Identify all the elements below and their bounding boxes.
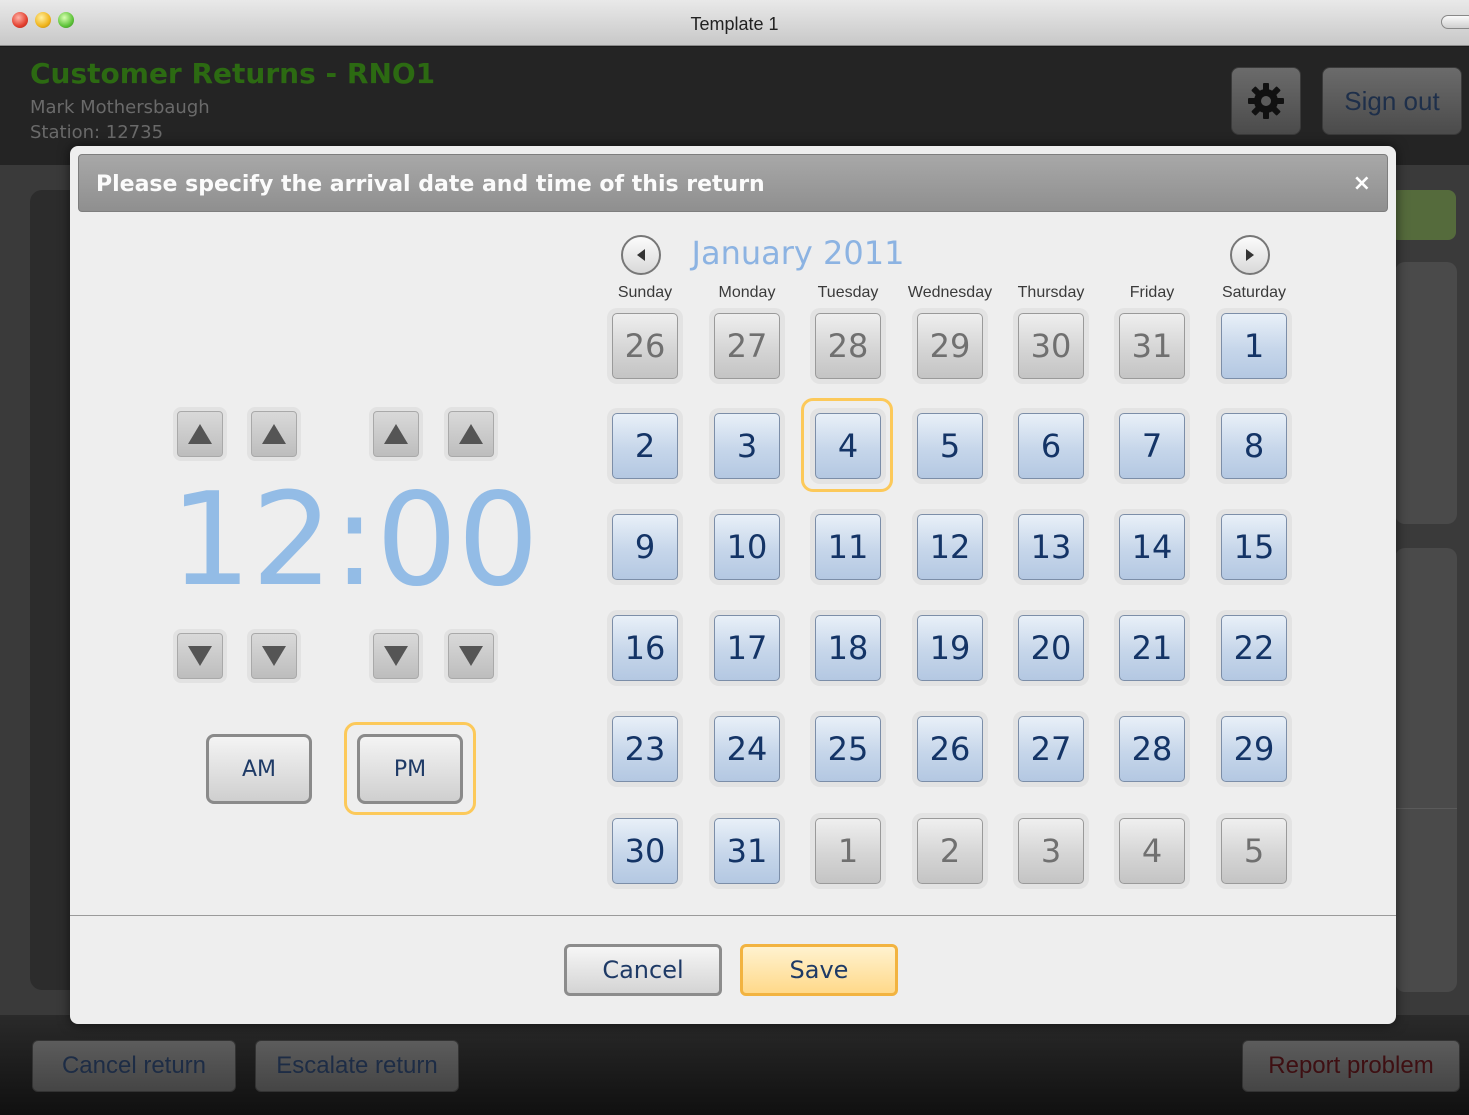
arrival-date-dialog: Please specify the arrival date and time… xyxy=(70,146,1396,1024)
chevron-left-icon xyxy=(637,249,645,261)
day-button[interactable]: 15 xyxy=(1221,514,1287,580)
settings-button[interactable] xyxy=(1231,67,1301,135)
arrow-down-icon xyxy=(384,646,408,666)
weekday-tuesday: Tuesday xyxy=(817,284,879,301)
weekday-monday: Monday xyxy=(718,284,776,301)
arrow-down-icon xyxy=(188,646,212,666)
right-panel-bottom xyxy=(1395,548,1457,992)
divider xyxy=(1395,808,1457,809)
arrow-up-icon xyxy=(459,424,483,444)
station-label: Station: 12735 xyxy=(30,122,164,143)
window-title: Template 1 xyxy=(690,14,779,34)
day-button[interactable]: 11 xyxy=(815,514,881,580)
toolbar-toggle-button[interactable] xyxy=(1441,15,1469,29)
weekday-wednesday: Wednesday xyxy=(907,284,993,301)
day-button[interactable]: 3 xyxy=(714,413,780,479)
close-icon[interactable]: × xyxy=(1353,171,1371,196)
day-button[interactable]: 6 xyxy=(1018,413,1084,479)
chevron-right-icon xyxy=(1246,249,1254,261)
day-button[interactable]: 1 xyxy=(1221,313,1287,379)
app-title: Customer Returns - RNO1 xyxy=(30,57,436,90)
arrow-up-icon xyxy=(188,424,212,444)
outside-month-day-button[interactable]: 1 xyxy=(815,818,881,884)
outside-month-day-button[interactable]: 27 xyxy=(714,313,780,379)
dialog-divider xyxy=(70,915,1396,916)
next-month-button[interactable] xyxy=(1230,235,1270,275)
weekday-saturday: Saturday xyxy=(1221,284,1287,301)
arrow-up-icon xyxy=(262,424,286,444)
gear-icon xyxy=(1248,83,1284,119)
hour-tens-up-button[interactable] xyxy=(177,411,223,457)
hour-ones-up-button[interactable] xyxy=(251,411,297,457)
outside-month-day-button[interactable]: 3 xyxy=(1018,818,1084,884)
outside-month-day-button[interactable]: 31 xyxy=(1119,313,1185,379)
cancel-button[interactable]: Cancel xyxy=(564,944,722,996)
outside-month-day-button[interactable]: 4 xyxy=(1119,818,1185,884)
save-button[interactable]: Save xyxy=(740,944,898,996)
day-button[interactable]: 10 xyxy=(714,514,780,580)
day-button[interactable]: 7 xyxy=(1119,413,1185,479)
day-button[interactable]: 31 xyxy=(714,818,780,884)
cancel-return-button[interactable]: Cancel return xyxy=(32,1040,236,1092)
day-button[interactable]: 14 xyxy=(1119,514,1185,580)
day-button[interactable]: 8 xyxy=(1221,413,1287,479)
day-button[interactable]: 5 xyxy=(917,413,983,479)
day-button[interactable]: 17 xyxy=(714,615,780,681)
arrow-up-icon xyxy=(384,424,408,444)
weekday-friday: Friday xyxy=(1129,284,1175,301)
user-name: Mark Mothersbaugh xyxy=(30,97,210,118)
outside-month-day-button[interactable]: 26 xyxy=(612,313,678,379)
minute-ones-up-button[interactable] xyxy=(448,411,494,457)
day-button[interactable]: 16 xyxy=(612,615,678,681)
outside-month-day-button[interactable]: 28 xyxy=(815,313,881,379)
minute-tens-down-button[interactable] xyxy=(373,633,419,679)
day-button[interactable]: 28 xyxy=(1119,716,1185,782)
am-button[interactable]: AM xyxy=(206,734,312,804)
weekday-thursday: Thursday xyxy=(1017,284,1085,301)
day-button[interactable]: 25 xyxy=(815,716,881,782)
outside-month-day-button[interactable]: 5 xyxy=(1221,818,1287,884)
day-button[interactable]: 21 xyxy=(1119,615,1185,681)
minute-ones-down-button[interactable] xyxy=(448,633,494,679)
day-button[interactable]: 29 xyxy=(1221,716,1287,782)
day-button[interactable]: 13 xyxy=(1018,514,1084,580)
sign-out-button[interactable]: Sign out xyxy=(1322,67,1462,135)
day-button[interactable]: 20 xyxy=(1018,615,1084,681)
day-button[interactable]: 23 xyxy=(612,716,678,782)
outside-month-day-button[interactable]: 29 xyxy=(917,313,983,379)
day-button[interactable]: 22 xyxy=(1221,615,1287,681)
escalate-return-button[interactable]: Escalate return xyxy=(255,1040,459,1092)
weekday-sunday: Sunday xyxy=(617,284,673,301)
arrow-down-icon xyxy=(262,646,286,666)
pm-button[interactable]: PM xyxy=(357,734,463,804)
day-button[interactable]: 4 xyxy=(815,413,881,479)
day-button[interactable]: 30 xyxy=(612,818,678,884)
outside-month-day-button[interactable]: 30 xyxy=(1018,313,1084,379)
day-button[interactable]: 18 xyxy=(815,615,881,681)
month-title: January 2011 xyxy=(691,234,905,272)
arrow-down-icon xyxy=(459,646,483,666)
day-button[interactable]: 12 xyxy=(917,514,983,580)
day-button[interactable]: 19 xyxy=(917,615,983,681)
day-button[interactable]: 27 xyxy=(1018,716,1084,782)
day-button[interactable]: 26 xyxy=(917,716,983,782)
day-button[interactable]: 2 xyxy=(612,413,678,479)
day-button[interactable]: 9 xyxy=(612,514,678,580)
right-panel-top xyxy=(1395,262,1457,524)
outside-month-day-button[interactable]: 2 xyxy=(917,818,983,884)
hour-tens-down-button[interactable] xyxy=(177,633,223,679)
time-display: 12:00 xyxy=(170,466,539,615)
window-titlebar: Template 1 xyxy=(0,0,1469,46)
day-button[interactable]: 24 xyxy=(714,716,780,782)
dialog-header: Please specify the arrival date and time… xyxy=(78,154,1388,212)
hour-ones-down-button[interactable] xyxy=(251,633,297,679)
report-problem-button[interactable]: Report problem xyxy=(1242,1040,1460,1092)
status-panel xyxy=(1390,190,1456,240)
minute-tens-up-button[interactable] xyxy=(373,411,419,457)
dialog-title: Please specify the arrival date and time… xyxy=(96,172,765,197)
